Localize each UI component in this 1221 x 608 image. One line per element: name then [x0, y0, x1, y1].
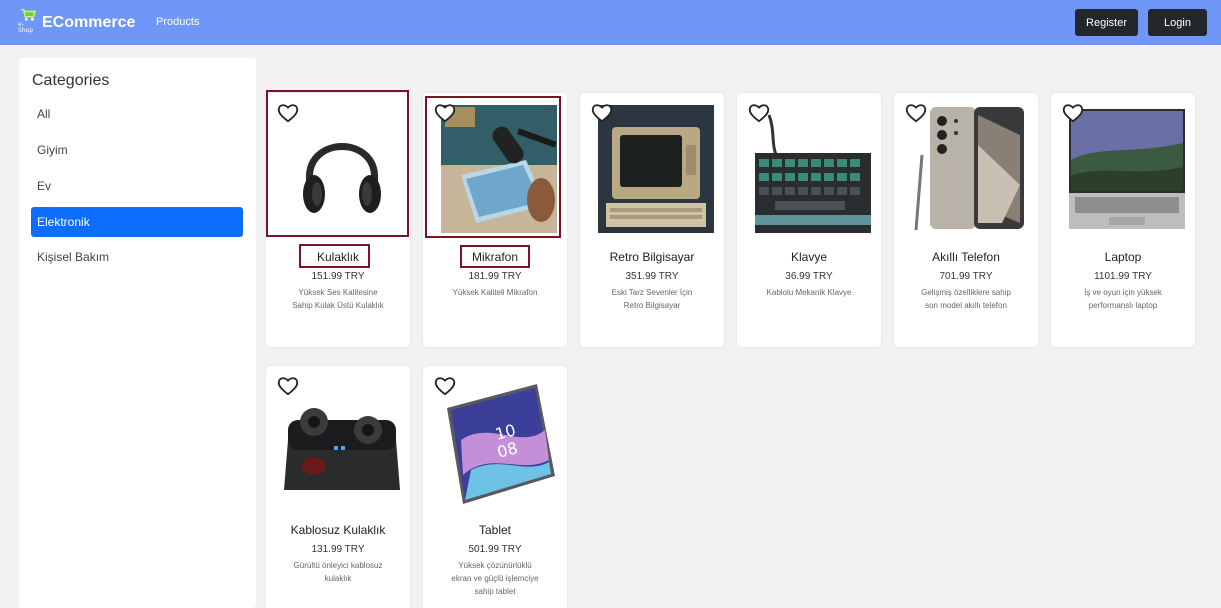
- product-name[interactable]: Akıllı Telefon: [894, 250, 1038, 264]
- product-name[interactable]: Kablosuz Kulaklık: [266, 523, 410, 537]
- product-name[interactable]: Klavye: [737, 250, 881, 264]
- product-price: 181.99 TRY: [468, 271, 522, 282]
- sidebar-item-elektronik[interactable]: Elektronik: [31, 207, 243, 237]
- product-card[interactable]: Kablosuz Kulaklık 131.99 TRY Gürültü önl…: [266, 366, 410, 608]
- product-name[interactable]: Retro Bilgisayar: [580, 250, 724, 264]
- product-image-headphones[interactable]: [284, 105, 400, 233]
- product-card[interactable]: Retro Bilgisayar 351.99 TRY Eski Tarz Se…: [580, 93, 724, 347]
- product-price: 131.99 TRY: [311, 544, 365, 555]
- product-card[interactable]: Kulaklık 151.99 TRY Yüksek Ses Kalitesin…: [266, 93, 410, 347]
- navbar: e-Shop ECommerce Products Register Login: [0, 0, 1221, 45]
- brand-name[interactable]: ECommerce: [42, 12, 135, 34]
- login-button[interactable]: Login: [1148, 9, 1207, 36]
- heart-icon[interactable]: [1062, 103, 1084, 123]
- product-image-keyboard[interactable]: [755, 105, 871, 233]
- product-price: 501.99 TRY: [468, 544, 522, 555]
- heart-icon[interactable]: [434, 103, 456, 123]
- product-name[interactable]: Laptop: [1051, 250, 1195, 264]
- product-description: İş ve oyun için yüksek performanslı lapt…: [1084, 288, 1162, 310]
- product-description: Yüksek Kaliteli Mikrafon: [452, 288, 538, 297]
- product-price: 351.99 TRY: [625, 271, 679, 282]
- register-button[interactable]: Register: [1075, 9, 1138, 36]
- product-description: Kablolu Mekanik Klavye: [766, 288, 852, 297]
- product-card[interactable]: Klavye 36.99 TRY Kablolu Mekanik Klavye: [737, 93, 881, 347]
- product-description: Yüksek Ses Kalitesine Sahip Kulak Üstü K…: [292, 288, 384, 310]
- heart-icon[interactable]: [905, 103, 927, 123]
- product-description: Eski Tarz Sevenler İçin Retro Bilgisayar: [611, 288, 693, 310]
- logo-small-text: e-Shop: [18, 21, 34, 34]
- product-price: 151.99 TRY: [311, 271, 365, 282]
- brand[interactable]: e-Shop ECommerce: [18, 8, 135, 34]
- heart-icon[interactable]: [748, 103, 770, 123]
- product-price: 701.99 TRY: [939, 271, 993, 282]
- product-card[interactable]: 10 08 Tablet 501.99 TRY Yüksek çözünürlü…: [423, 366, 567, 608]
- product-card[interactable]: Laptop 1101.99 TRY İş ve oyun için yükse…: [1051, 93, 1195, 347]
- heart-icon[interactable]: [591, 103, 613, 123]
- product-name[interactable]: Tablet: [423, 523, 567, 537]
- sidebar-item-kisisel-bakim[interactable]: Kişisel Bakım: [31, 242, 243, 272]
- sidebar-item-ev[interactable]: Ev: [31, 171, 243, 201]
- product-description: Yüksek çözünürlüklü ekran ve güçlü işlem…: [451, 561, 539, 596]
- product-price: 36.99 TRY: [785, 271, 833, 282]
- product-image-retro-computer[interactable]: [598, 105, 714, 233]
- cart-logo-icon: e-Shop: [18, 8, 38, 34]
- sidebar-item-all[interactable]: All: [31, 99, 243, 129]
- heart-icon[interactable]: [277, 376, 299, 396]
- product-card[interactable]: Akıllı Telefon 701.99 TRY Gelişmiş özell…: [894, 93, 1038, 347]
- categories-sidebar: Categories All Giyim Ev Elektronik Kişis…: [19, 58, 256, 608]
- product-price: 1101.99 TRY: [1094, 271, 1152, 282]
- product-image-tablet[interactable]: 10 08: [441, 380, 557, 508]
- heart-icon[interactable]: [434, 376, 456, 396]
- product-card[interactable]: Mikrafon 181.99 TRY Yüksek Kaliteli Mikr…: [423, 93, 567, 347]
- sidebar-item-giyim[interactable]: Giyim: [31, 135, 243, 165]
- product-name[interactable]: Mikrafon: [423, 250, 567, 264]
- product-image-earbuds[interactable]: [284, 380, 400, 508]
- product-image-laptop[interactable]: [1069, 105, 1185, 233]
- product-description: Gürültü önleyici kablosuz kulaklık: [293, 561, 383, 583]
- product-image-smartphone[interactable]: [912, 105, 1028, 233]
- product-image-microphone[interactable]: [441, 105, 557, 233]
- product-name[interactable]: Kulaklık: [266, 250, 410, 264]
- nav-link-products[interactable]: Products: [156, 16, 199, 28]
- heart-icon[interactable]: [277, 103, 299, 123]
- categories-title: Categories: [32, 72, 110, 89]
- product-description: Gelişmiş özelliklere sahip son model akı…: [921, 288, 1011, 310]
